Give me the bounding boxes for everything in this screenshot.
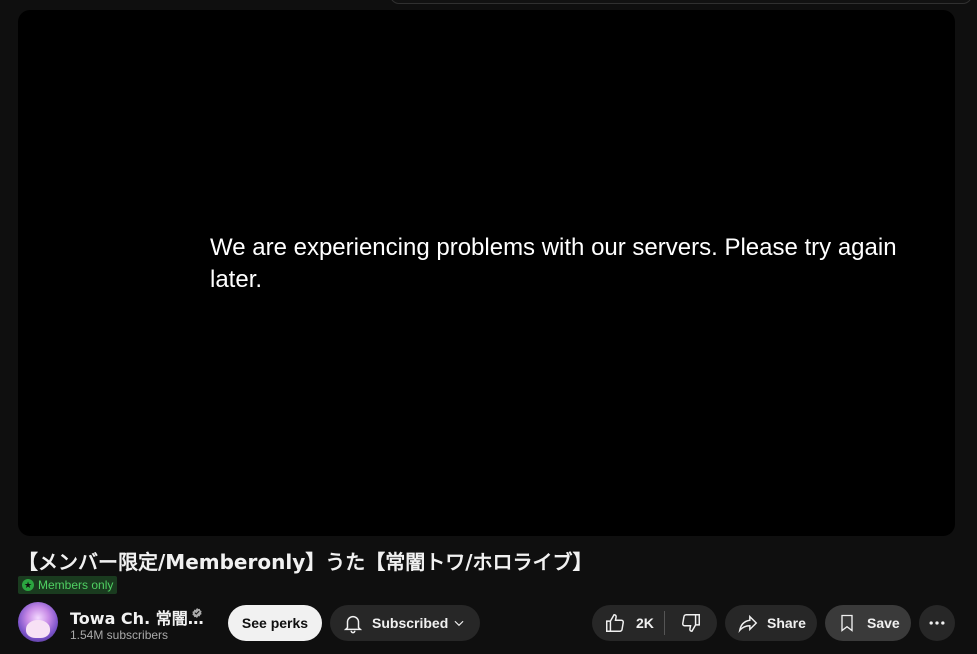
members-only-label: Members only [38, 578, 114, 592]
subscribed-button[interactable]: Subscribed [330, 605, 480, 641]
save-button[interactable]: Save [825, 605, 911, 641]
more-icon [929, 621, 945, 625]
chevron-down-icon [454, 620, 464, 627]
subscriber-count: 1.54M subscribers [70, 628, 169, 642]
thumbs-up-icon [606, 614, 624, 632]
subscribed-label: Subscribed [372, 615, 449, 631]
more-actions-button[interactable] [919, 605, 955, 641]
like-button[interactable]: 2K [592, 605, 664, 641]
save-label: Save [867, 615, 900, 631]
search-box-edge[interactable] [390, 0, 972, 4]
like-dislike-group: 2K [592, 605, 717, 641]
video-title: 【メンバー限定/Memberonly】うた【常闇トワ/ホロライブ】 [18, 550, 593, 574]
bell-icon [343, 615, 363, 634]
verified-icon [192, 608, 202, 618]
dislike-button[interactable] [665, 605, 717, 641]
share-label: Share [767, 615, 806, 631]
channel-avatar[interactable] [18, 602, 58, 642]
player-error-message: We are experiencing problems with our se… [210, 234, 897, 293]
share-button[interactable]: Share [725, 605, 817, 641]
star-icon: ★ [22, 579, 34, 591]
masthead-edge [0, 0, 977, 10]
bookmark-icon [841, 614, 853, 632]
members-only-badge: ★ Members only [18, 576, 118, 594]
thumbs-down-icon [682, 614, 700, 632]
see-perks-label: See perks [241, 615, 309, 631]
channel-name[interactable]: Towa Ch. 常闇… [70, 605, 204, 629]
see-perks-button[interactable]: See perks [228, 605, 322, 641]
like-count: 2K [636, 615, 654, 631]
video-player[interactable]: We are experiencing problems with our se… [18, 10, 955, 536]
share-icon [738, 614, 758, 633]
